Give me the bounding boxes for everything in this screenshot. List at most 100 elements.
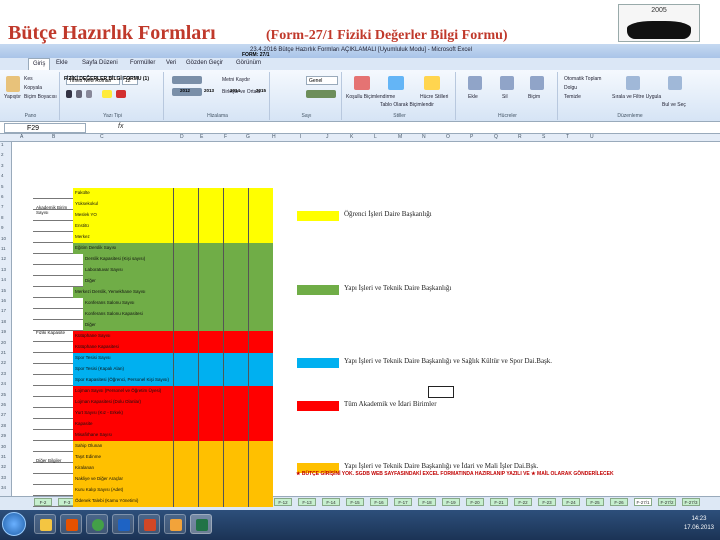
sheet-tab[interactable]: F-27/1	[634, 498, 652, 506]
form-row-label[interactable]: Diğer	[83, 320, 173, 331]
form-value-cell[interactable]	[248, 485, 273, 496]
form-value-cell[interactable]	[173, 309, 198, 320]
column-header[interactable]: B	[52, 134, 55, 140]
start-button[interactable]	[2, 512, 26, 536]
form-value-cell[interactable]	[223, 386, 248, 397]
form-value-cell[interactable]	[223, 463, 248, 474]
form-value-cell[interactable]	[248, 276, 273, 287]
form-value-cell[interactable]	[223, 430, 248, 441]
form-value-cell[interactable]	[248, 452, 273, 463]
form-value-cell[interactable]	[248, 331, 273, 342]
column-header[interactable]: P	[470, 134, 473, 140]
paste-icon[interactable]	[6, 76, 20, 92]
form-value-cell[interactable]	[173, 265, 198, 276]
row-header[interactable]: 28	[1, 423, 6, 428]
sheet-tab[interactable]: F-18	[418, 498, 436, 506]
form-value-cell[interactable]	[198, 419, 223, 430]
form-value-cell[interactable]	[248, 397, 273, 408]
form-value-cell[interactable]	[223, 254, 248, 265]
row-header[interactable]: 20	[1, 340, 6, 345]
row-header[interactable]: 24	[1, 381, 6, 386]
row-header[interactable]: 11	[1, 246, 6, 251]
column-header[interactable]: R	[518, 134, 522, 140]
form-value-cell[interactable]	[223, 309, 248, 320]
tab-data[interactable]: Veri	[166, 60, 176, 66]
form-value-cell[interactable]	[248, 221, 273, 232]
font-color-icon[interactable]	[116, 90, 126, 98]
row-header[interactable]: 33	[1, 475, 6, 480]
form-row-label[interactable]: Spor Kapasitesi (Öğrenci, Personel Kişi …	[73, 375, 173, 386]
form-row-label[interactable]: Derslik Kapasitesi (Kişi sayısı)	[83, 254, 173, 265]
conditional-format-icon[interactable]	[354, 76, 370, 90]
row-header[interactable]: 4	[1, 173, 4, 178]
form-value-cell[interactable]	[198, 485, 223, 496]
form-value-cell[interactable]	[223, 496, 248, 507]
form-value-cell[interactable]	[223, 265, 248, 276]
row-header[interactable]: 12	[1, 256, 6, 261]
form-row-label[interactable]: Lojman Sayısı (Personel ve Öğretim Üyesi…	[73, 386, 173, 397]
form-value-cell[interactable]	[173, 342, 198, 353]
form-value-cell[interactable]	[248, 287, 273, 298]
form-value-cell[interactable]	[198, 188, 223, 199]
format-as-table-button[interactable]: Tablo Olarak Biçimlendir	[380, 102, 434, 108]
form-row-label[interactable]: Lojman Kapasitesi (Dolu Olanlar)	[73, 397, 173, 408]
column-header[interactable]: U	[590, 134, 594, 140]
cut-button[interactable]: Kes	[24, 76, 33, 82]
form-value-cell[interactable]	[223, 232, 248, 243]
form-value-cell[interactable]	[198, 276, 223, 287]
form-value-cell[interactable]	[173, 386, 198, 397]
row-header[interactable]: 17	[1, 308, 6, 313]
form-row-label[interactable]: Kuru Kalıp Sayısı (Adet)	[73, 485, 173, 496]
form-row-label[interactable]: Diğer	[83, 276, 173, 287]
form-row-label[interactable]: Eğitim Derslik Sayısı	[73, 243, 173, 254]
form-value-cell[interactable]	[198, 430, 223, 441]
form-value-cell[interactable]	[248, 243, 273, 254]
taskbar-media[interactable]	[60, 514, 82, 534]
conditional-format-button[interactable]: Koşullu Biçimlendirme	[346, 94, 395, 100]
fill-color-icon[interactable]	[102, 90, 112, 98]
row-header[interactable]: 1	[1, 142, 4, 147]
number-format-select[interactable]: Genel	[306, 76, 338, 85]
form-value-cell[interactable]	[173, 496, 198, 507]
form-value-cell[interactable]	[198, 408, 223, 419]
form-value-cell[interactable]	[173, 397, 198, 408]
sheet-tab[interactable]: F-26	[610, 498, 628, 506]
number-format-icon[interactable]	[306, 90, 336, 98]
fx-icon[interactable]: fx	[118, 123, 123, 130]
form-value-cell[interactable]	[223, 243, 248, 254]
underline-icon[interactable]	[86, 90, 92, 98]
sheet-tab[interactable]: F-14	[322, 498, 340, 506]
form-row-label[interactable]: Kütüphane Sayısı	[73, 331, 173, 342]
row-header[interactable]: 6	[1, 194, 4, 199]
form-value-cell[interactable]	[248, 430, 273, 441]
column-header[interactable]: O	[446, 134, 450, 140]
column-header[interactable]: E	[200, 134, 203, 140]
form-value-cell[interactable]	[248, 386, 273, 397]
form-value-cell[interactable]	[223, 298, 248, 309]
sheet-tab[interactable]: F-27/3	[682, 498, 700, 506]
form-value-cell[interactable]	[223, 188, 248, 199]
column-header[interactable]: D	[180, 134, 184, 140]
tab-insert[interactable]: Ekle	[56, 60, 68, 66]
form-value-cell[interactable]	[198, 397, 223, 408]
form-value-cell[interactable]	[223, 364, 248, 375]
clear-button[interactable]: Temizle	[564, 94, 581, 100]
form-value-cell[interactable]	[248, 254, 273, 265]
column-header[interactable]: K	[350, 134, 353, 140]
form-value-cell[interactable]	[248, 364, 273, 375]
form-value-cell[interactable]	[248, 419, 273, 430]
row-header[interactable]: 3	[1, 163, 4, 168]
form-value-cell[interactable]	[223, 221, 248, 232]
form-value-cell[interactable]	[198, 254, 223, 265]
form-row-label[interactable]: Kiralanan	[73, 463, 173, 474]
form-value-cell[interactable]	[198, 342, 223, 353]
form-value-cell[interactable]	[173, 298, 198, 309]
column-header[interactable]: S	[542, 134, 545, 140]
form-value-cell[interactable]	[248, 188, 273, 199]
sort-filter-button[interactable]: Sırala ve Filtre Uygula	[612, 94, 661, 100]
sheet-tab[interactable]: F-21	[490, 498, 508, 506]
cell-styles-button[interactable]: Hücre Stilleri	[420, 94, 448, 100]
form-value-cell[interactable]	[173, 188, 198, 199]
sheet-tab[interactable]: F-12	[274, 498, 292, 506]
form-value-cell[interactable]	[248, 375, 273, 386]
